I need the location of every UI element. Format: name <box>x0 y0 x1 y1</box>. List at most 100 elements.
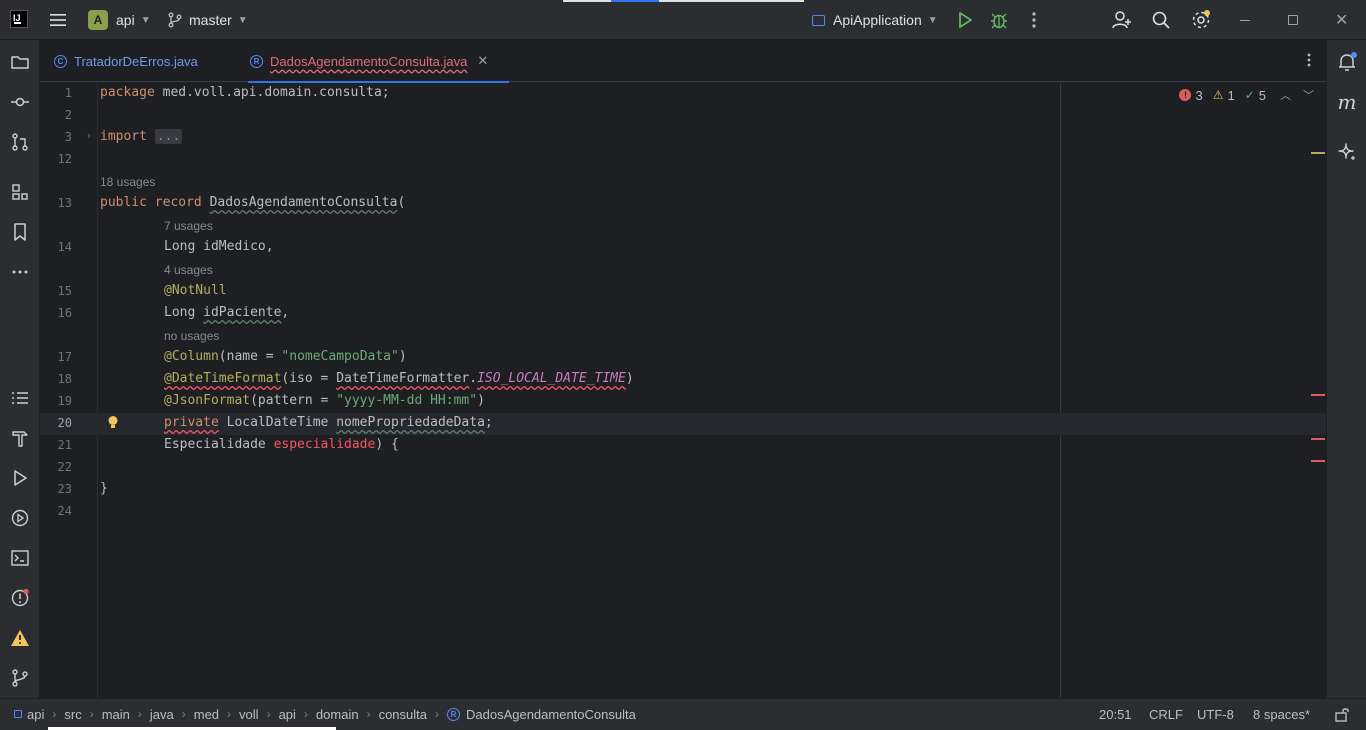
annotation: @NotNull <box>164 283 227 298</box>
code-with-me-button[interactable] <box>1111 0 1133 40</box>
line-code: public record DadosAgendamentoConsulta( <box>100 195 405 210</box>
usages-hint[interactable]: 7 usages <box>164 219 213 233</box>
title-bar: IJ A api ▼ master ▼ ApiApplication ▼ ✕ <box>0 0 1366 40</box>
editor-tabs: C TratadorDeErros.java R DadosAgendament… <box>40 40 1326 83</box>
terminal-icon <box>11 550 29 566</box>
more-actions-button[interactable] <box>1026 0 1042 40</box>
close-window-button[interactable]: ✕ <box>1335 0 1348 40</box>
code-text: (name = <box>218 349 282 364</box>
comma: , <box>281 305 290 320</box>
chevron-right-icon: › <box>227 707 232 721</box>
run-config-selector[interactable]: ApiApplication ▼ <box>812 0 938 40</box>
bookmarks-tool-button[interactable] <box>8 220 32 244</box>
breadcrumb-item[interactable]: med <box>194 707 219 722</box>
run-tool-button[interactable] <box>8 466 32 490</box>
breadcrumb-item[interactable]: main <box>102 707 130 722</box>
breadcrumb-item[interactable]: consulta <box>379 707 427 722</box>
todo-tool-button[interactable] <box>8 386 32 410</box>
branch-selector[interactable]: master ▼ <box>167 0 248 40</box>
debug-bug-icon <box>991 13 1007 29</box>
minimize-button[interactable] <box>1240 0 1250 40</box>
breadcrumb-item[interactable]: java <box>150 707 174 722</box>
keyword: public <box>100 195 147 210</box>
usages-hint[interactable]: no usages <box>164 329 219 343</box>
static-field: ISO_LOCAL_DATE_TIME <box>477 371 626 386</box>
tab-dados-agendamento-consulta[interactable]: R DadosAgendamentoConsulta.java ✕ <box>248 40 509 83</box>
structure-tool-button[interactable] <box>8 180 32 204</box>
notifications-button[interactable] <box>1335 50 1359 74</box>
services-tool-button[interactable] <box>8 506 32 530</box>
code-line: 23 } <box>40 479 1326 501</box>
main-menu-button[interactable] <box>48 0 70 40</box>
commit-tool-button[interactable] <box>8 90 32 114</box>
settings-button[interactable] <box>1189 0 1213 40</box>
folded-imports[interactable]: ... <box>154 129 183 144</box>
line-number: 1 <box>64 86 72 100</box>
git-branch-icon <box>168 12 182 28</box>
progress-indicator <box>563 0 611 2</box>
line-number: 2 <box>64 108 72 122</box>
run-button[interactable] <box>954 0 976 40</box>
terminal-tool-button[interactable] <box>8 546 32 570</box>
debug-button[interactable] <box>988 0 1010 40</box>
code-line-current: 20 private LocalDateTime nomePropriedade… <box>40 413 1326 435</box>
keyword: private <box>164 415 219 430</box>
breadcrumb-item[interactable]: api <box>27 707 44 722</box>
app-config-icon <box>812 14 825 26</box>
class-file-icon: C <box>54 54 67 68</box>
build-tool-button[interactable] <box>8 426 32 450</box>
usages-hint[interactable]: 4 usages <box>164 263 213 277</box>
more-tools-button[interactable] <box>8 260 32 284</box>
ai-assistant-button[interactable] <box>1335 140 1359 164</box>
chevron-down-icon: ▼ <box>927 14 938 26</box>
error-stripe-mark[interactable] <box>1311 394 1325 396</box>
search-button[interactable] <box>1150 0 1172 40</box>
close-tab-icon[interactable]: ✕ <box>477 53 488 69</box>
breadcrumb-item[interactable]: domain <box>316 707 359 722</box>
git-tool-button[interactable] <box>8 666 32 690</box>
run-icon <box>14 470 27 486</box>
warning-stripe-mark[interactable] <box>1311 152 1325 154</box>
code-line: 3 › import ... <box>40 127 1326 149</box>
line-number: 23 <box>57 482 72 496</box>
line-code: package med.voll.api.domain.consulta; <box>100 85 390 100</box>
project-tool-button[interactable] <box>8 50 32 74</box>
tab-tratador-de-erros[interactable]: C TratadorDeErros.java <box>54 40 198 82</box>
error-stripe-mark[interactable] <box>1311 460 1325 462</box>
record-name: DadosAgendamentoConsulta <box>209 195 398 210</box>
indent-setting[interactable]: 8 spaces* <box>1253 699 1310 729</box>
breadcrumb-item[interactable]: voll <box>239 707 259 722</box>
breadcrumb-item[interactable]: DadosAgendamentoConsulta <box>466 707 636 722</box>
inlay-hint-row: 18 usages <box>40 171 1326 193</box>
tabs-options-button[interactable] <box>1306 52 1312 73</box>
progress-indicator-active <box>611 0 659 2</box>
error-stripe-mark[interactable] <box>1311 438 1325 440</box>
breadcrumb-item[interactable]: src <box>64 707 81 722</box>
caret-position[interactable]: 20:51 <box>1099 699 1132 729</box>
line-separator[interactable]: CRLF <box>1149 699 1183 729</box>
tab-label: DadosAgendamentoConsulta.java <box>270 53 468 69</box>
file-encoding[interactable]: UTF-8 <box>1197 699 1234 729</box>
code-line: 22 <box>40 457 1326 479</box>
field-name: nomePropriedadeData <box>336 415 485 430</box>
branch-name: master <box>189 12 232 28</box>
pull-requests-tool-button[interactable] <box>8 130 32 154</box>
project-badge: A <box>88 10 108 30</box>
code-editor[interactable]: ! 3 ⚠ 1 ✓ 5 ︿ ﹀ 1 package med.voll.api.d… <box>40 83 1326 698</box>
line-code: } <box>100 481 108 496</box>
inlay-hint-row: 4 usages <box>40 259 1326 281</box>
line-code: import ... <box>100 129 183 144</box>
breadcrumb-item[interactable]: api <box>279 707 296 722</box>
status-bar: api › src › main › java › med › voll › a… <box>0 698 1366 730</box>
unlock-icon <box>1335 708 1349 722</box>
usages-hint[interactable]: 18 usages <box>100 175 155 189</box>
project-selector[interactable]: A api ▼ <box>88 0 151 40</box>
warnings-tool-button[interactable] <box>8 626 32 650</box>
lightbulb-icon[interactable] <box>107 415 119 429</box>
right-tool-strip: m <box>1326 40 1366 698</box>
readonly-toggle[interactable] <box>1334 699 1350 729</box>
fold-expand-icon[interactable]: › <box>87 130 91 142</box>
maven-tool-button[interactable]: m <box>1335 90 1359 114</box>
restore-button[interactable] <box>1288 0 1298 40</box>
problems-tool-button[interactable] <box>8 586 32 610</box>
